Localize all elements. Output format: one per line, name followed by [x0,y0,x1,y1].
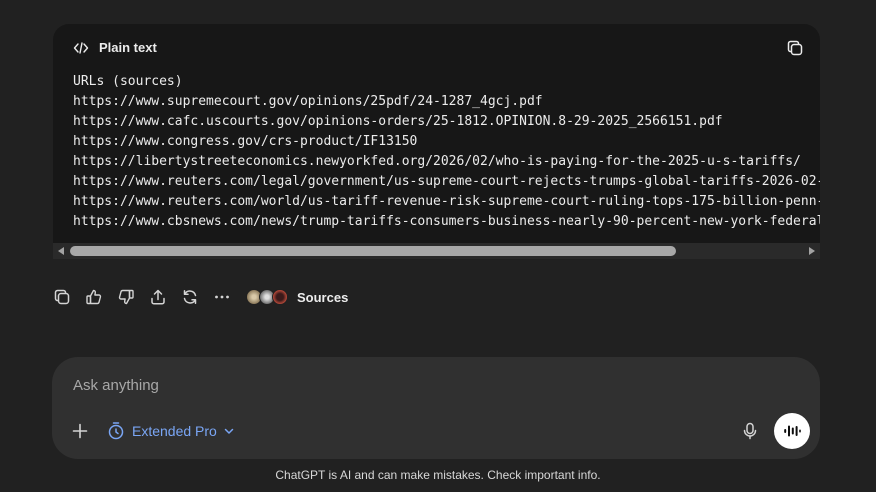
code-line: URLs (sources) [73,74,183,89]
code-line: https://www.congress.gov/crs-product/IF1… [73,134,418,149]
copy-icon [54,289,70,305]
prompt-composer: Extended Pro [52,357,820,459]
more-actions-button[interactable] [212,287,232,307]
code-line: https://www.reuters.com/world/us-tariff-… [73,194,820,209]
code-block: Plain text URLs (sources) https://www.su… [53,24,820,259]
copy-code-button[interactable] [784,37,806,59]
share-icon [151,289,165,305]
sources-label: Sources [297,289,349,305]
disclaimer-text: ChatGPT is AI and can make mistakes. Che… [275,468,601,482]
share-button[interactable] [148,287,168,307]
prompt-input[interactable] [73,377,673,394]
mic-icon [743,422,757,440]
code-block-header: Plain text [53,24,820,72]
add-attachment-button[interactable] [70,421,90,441]
copy-message-button[interactable] [52,287,72,307]
code-line: https://www.cafc.uscourts.gov/opinions-o… [73,114,723,129]
horizontal-scrollbar[interactable] [53,243,820,259]
source-favicon [272,289,288,305]
model-selector[interactable]: Extended Pro [107,420,235,442]
more-icon [215,295,229,299]
scroll-left-arrow-icon[interactable] [58,247,64,255]
copy-icon [787,40,803,56]
code-icon [73,42,89,54]
chevron-down-icon [224,428,234,434]
code-line: https://www.cbsnews.com/news/trump-tarif… [73,214,820,229]
plus-icon [72,423,88,439]
model-label: Extended Pro [132,423,217,439]
scrollbar-thumb[interactable] [70,246,676,256]
timer-icon [108,422,124,440]
dictate-button[interactable] [740,421,760,441]
code-line: https://www.reuters.com/legal/government… [73,174,820,189]
code-line: https://libertystreeteconomics.newyorkfe… [73,154,801,169]
voice-mode-button[interactable] [774,413,810,449]
thumbs-up-icon [86,289,102,305]
code-body[interactable]: URLs (sources) https://www.supremecourt.… [53,72,820,243]
chat-page: Plain text URLs (sources) https://www.su… [0,0,876,492]
scroll-right-arrow-icon[interactable] [809,247,815,255]
sources-button[interactable]: Sources [246,289,348,305]
code-line: https://www.supremecourt.gov/opinions/25… [73,94,543,109]
thumbs-down-icon [118,289,134,305]
regenerate-button[interactable] [180,287,200,307]
good-response-button[interactable] [84,287,104,307]
code-language-label: Plain text [99,40,157,55]
bad-response-button[interactable] [116,287,136,307]
message-actions: Sources [52,285,348,309]
source-favicons [246,289,290,305]
voice-waveform-icon [784,425,801,437]
regenerate-icon [183,290,197,304]
